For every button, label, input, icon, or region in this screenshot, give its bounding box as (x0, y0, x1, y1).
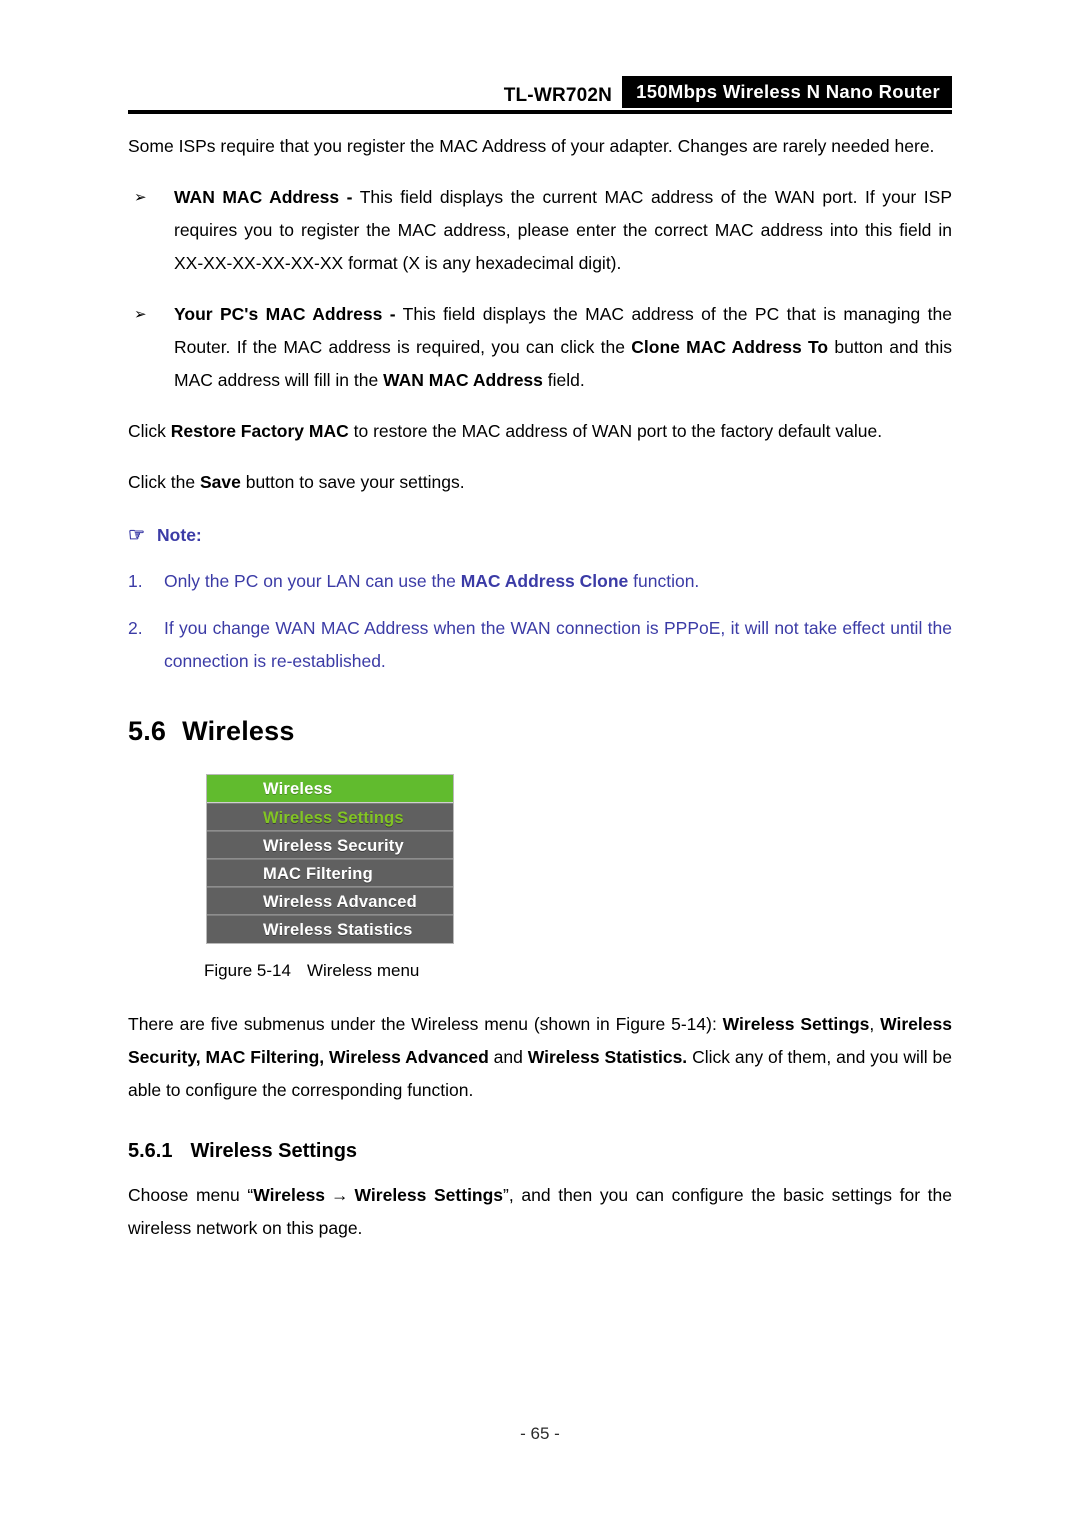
menu-item-wireless-security[interactable]: Wireless Security (207, 831, 453, 859)
wireless-menu-panel: Wireless Wireless Settings Wireless Secu… (206, 774, 454, 944)
save-paragraph: Click the Save button to save your setti… (128, 466, 952, 499)
restore-text-b: to restore the MAC address of WAN port t… (348, 421, 883, 441)
note-title: ☞ Note: (128, 521, 952, 549)
submenu-text-e: and (488, 1047, 528, 1067)
restore-factory-mac-label: Restore Factory MAC (170, 421, 349, 441)
menu-item-wireless-advanced[interactable]: Wireless Advanced (207, 887, 453, 915)
page-footer: - 65 - (0, 1424, 1080, 1444)
bullet-arrow-icon: ➢ (134, 189, 147, 206)
figure-caption-text: Wireless menu (306, 961, 420, 980)
note-title-label: Note: (157, 525, 202, 545)
page-header: TL-WR702N 150Mbps Wireless N Nano Router (128, 75, 952, 110)
figure-number: Figure 5-14 (204, 961, 291, 980)
subsection-number: 5.6.1 (128, 1140, 173, 1162)
submenu-paragraph: There are five submenus under the Wirele… (128, 1008, 952, 1107)
bullet-term: Your PC's MAC Address - (174, 304, 396, 324)
document-page: TL-WR702N 150Mbps Wireless N Nano Router… (0, 0, 1080, 1527)
submenu-text-a: There are five submenus under the Wirele… (128, 1014, 723, 1034)
subsection-title: Wireless Settings (190, 1140, 358, 1162)
note-item-text-a: Only the PC on your LAN can use the (164, 571, 461, 591)
right-arrow-icon: → (331, 1185, 349, 1205)
restore-text-a: Click (128, 421, 171, 441)
restore-factory-mac-paragraph: Click Restore Factory MAC to restore the… (128, 415, 952, 448)
note-item: 2. If you change WAN MAC Address when the… (128, 612, 952, 678)
wireless-menu-label: Wireless (253, 1185, 326, 1205)
bullet-wan-mac-address: ➢ WAN MAC Address - This field displays … (128, 181, 952, 280)
header-rule (128, 110, 952, 114)
page-content: Some ISPs require that you register the … (128, 130, 952, 1263)
wireless-settings-menu-label: Wireless Settings (354, 1185, 504, 1205)
save-text-b: button to save your settings. (240, 472, 465, 492)
pointing-hand-icon: ☞ (128, 524, 146, 546)
note-item-text-a: If you change WAN MAC Address when the W… (164, 618, 952, 671)
menu-item-mac-filtering[interactable]: MAC Filtering (207, 859, 453, 887)
choose-text-a: Choose menu “ (128, 1185, 254, 1205)
wireless-statistics-label: Wireless Statistics. (527, 1047, 688, 1067)
menu-item-wireless-statistics[interactable]: Wireless Statistics (207, 915, 453, 943)
mac-address-clone-label: MAC Address Clone (460, 571, 629, 591)
menu-item-wireless-settings[interactable]: Wireless Settings (207, 803, 453, 831)
save-button-label: Save (199, 472, 241, 492)
choose-menu-paragraph: Choose menu “Wireless → Wireless Settings”… (128, 1179, 952, 1245)
note-item-number: 1. (128, 571, 143, 591)
note-item-text-c: function. (628, 571, 700, 591)
figure-wireless-menu: Wireless Wireless Settings Wireless Secu… (128, 774, 952, 984)
intro-paragraph: Some ISPs require that you register the … (128, 136, 935, 156)
bullet-your-pc-mac-address: ➢ Your PC's MAC Address - This field dis… (128, 298, 952, 397)
bullet-term: WAN MAC Address - (174, 187, 353, 207)
submenu-text-c: , (869, 1014, 881, 1034)
subsection-heading: 5.6.1 Wireless Settings (128, 1137, 952, 1165)
model-name: TL-WR702N (503, 85, 613, 106)
wireless-menu-header: Wireless (207, 775, 453, 803)
wan-mac-address-label: WAN MAC Address (383, 370, 543, 390)
section-title: Wireless (182, 716, 295, 746)
product-banner: 150Mbps Wireless N Nano Router (622, 75, 952, 108)
page-number: - 65 - (520, 1424, 560, 1443)
bullet-arrow-icon: ➢ (134, 306, 147, 323)
note-block: ☞ Note: 1. Only the PC on your LAN can us… (128, 521, 952, 678)
clone-mac-address-to-label: Clone MAC Address To (631, 337, 829, 357)
figure-caption: Figure 5-14 Wireless menu (128, 958, 952, 984)
wireless-settings-label: Wireless Settings (722, 1014, 870, 1034)
note-item-number: 2. (128, 618, 143, 638)
save-text-a: Click the (128, 472, 200, 492)
note-item: 1. Only the PC on your LAN can use the MA… (128, 565, 952, 598)
section-number: 5.6 (128, 716, 167, 746)
section-heading: 5.6 Wireless (128, 714, 952, 748)
bullet-text-e: field. (542, 370, 585, 390)
